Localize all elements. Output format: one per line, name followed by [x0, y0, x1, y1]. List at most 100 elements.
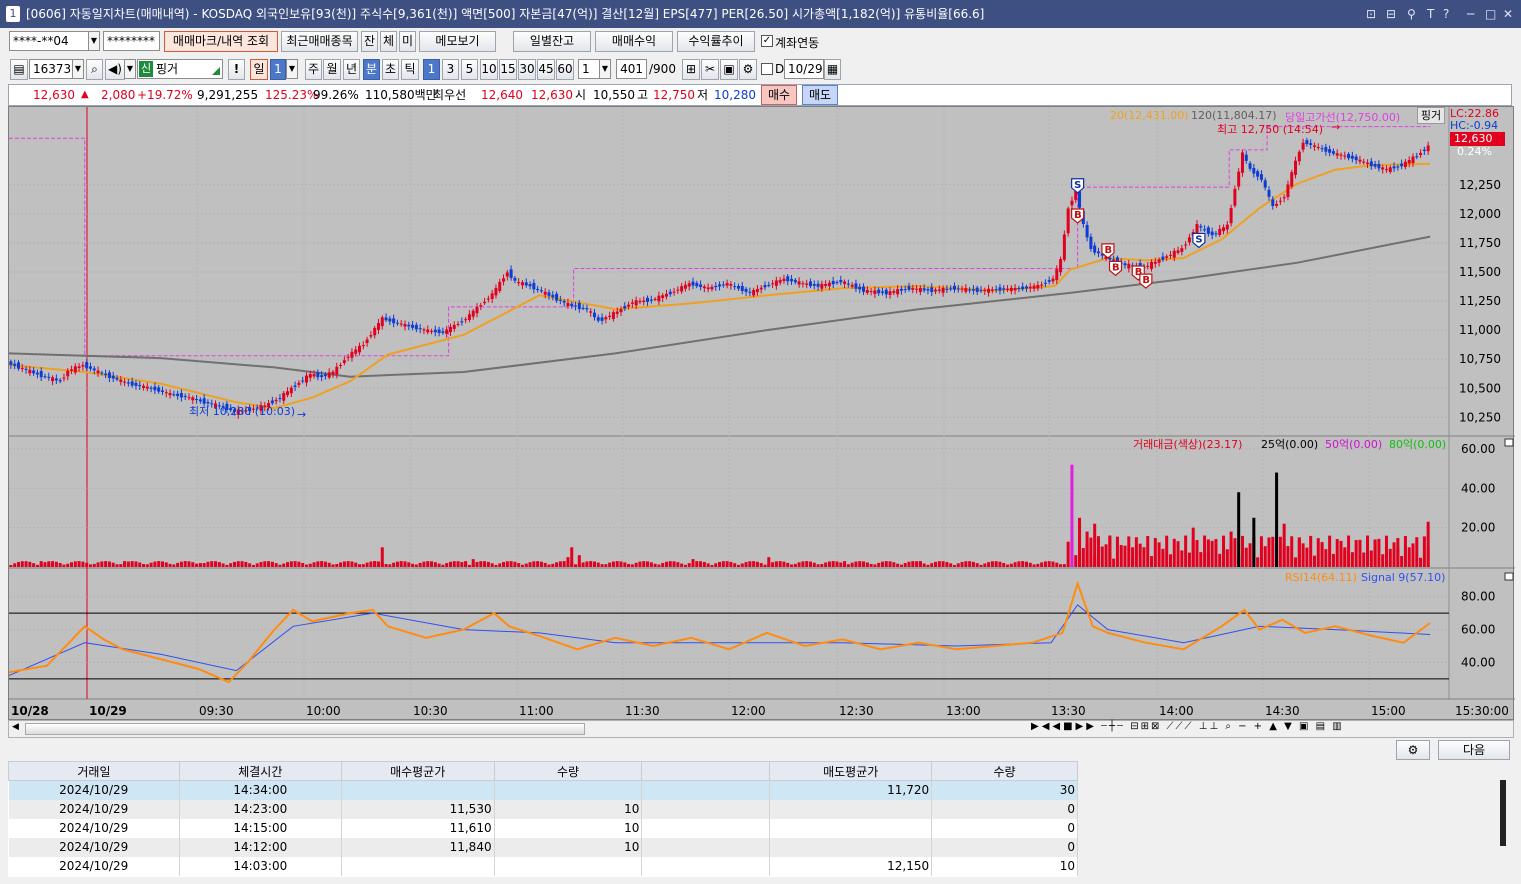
period-tick-button[interactable]: 틱 [401, 59, 419, 80]
candle-body [327, 372, 331, 378]
playback-controls-icon[interactable]: ▶◀◀■▶▶ [1031, 721, 1097, 732]
volume-bar [32, 563, 36, 567]
interval-1-button[interactable]: 1 [423, 59, 440, 80]
table-row[interactable]: 2024/10/29 14:03:00 12,150 10 [8, 856, 1078, 876]
scroll-thumb[interactable] [25, 723, 585, 735]
interval-15-button[interactable]: 15 [499, 59, 517, 80]
period-day-button[interactable]: 일 [250, 59, 268, 80]
interval-3-button[interactable]: 3 [442, 59, 459, 80]
stock-code-field[interactable]: 163730 [29, 59, 73, 79]
memo-view-button[interactable]: 메모보기 [419, 31, 496, 52]
table-row[interactable]: 2024/10/29 14:23:00 11,530 10 0 [8, 799, 1078, 819]
interval-5-button[interactable]: 5 [461, 59, 478, 80]
volume-bar [1146, 535, 1150, 567]
sell-button[interactable]: 매도 [802, 85, 838, 105]
screen-icon[interactable]: ▤ [10, 59, 28, 80]
candle-body [388, 318, 392, 322]
unfilled-button[interactable]: 미 [399, 31, 416, 52]
volume-bar [930, 563, 934, 567]
volume-bar [1244, 547, 1248, 567]
font-icon[interactable]: T [1427, 0, 1434, 28]
period-week-button[interactable]: 주 [305, 59, 322, 80]
date-checkbox[interactable] [761, 63, 773, 75]
indicator-icon[interactable]: ⊞ [682, 59, 700, 80]
account-link-checkbox[interactable]: ✓ [761, 35, 773, 47]
volume-bar [323, 561, 327, 567]
interval-30-button[interactable]: 30 [518, 59, 536, 80]
bar-count-field[interactable]: 401 [616, 59, 647, 79]
time-tick-label: 14:00 [1159, 704, 1194, 718]
alert-button[interactable]: ! [228, 59, 245, 80]
interval-count-field[interactable]: 1 [578, 59, 600, 79]
period-second-button[interactable]: 초 [382, 59, 399, 80]
window-title-bar: 1 [0606] 자동일지차트(매매내역) - KOSDAQ 외국인보유[93(… [0, 0, 1521, 28]
buy-button[interactable]: 매수 [761, 85, 797, 105]
chart-scrollbar[interactable]: ◀ ▶◀◀■▶▶ ┄┼┄ ⊟⊞⊠ ⟋⟋⟋ ⊥⊥ ⌕ − + ▲ ▼ ▣ ▤ ▥ [8, 720, 1514, 738]
candle-body [744, 288, 748, 292]
settings-icon[interactable]: ⚙ [739, 59, 757, 80]
table-cell: 10 [494, 837, 643, 857]
speaker-dropdown-icon[interactable]: ▼ [124, 59, 136, 79]
interval-45-button[interactable]: 45 [537, 59, 555, 80]
trade-mark-query-button[interactable]: 매매마크/내역 조회 [164, 31, 278, 52]
volume-bar [1233, 538, 1237, 567]
low-arrow-icon: → [297, 408, 306, 421]
day-count-button[interactable]: 1 [270, 59, 286, 80]
day-count-dropdown-icon[interactable]: ▼ [286, 59, 298, 79]
table-cell [341, 856, 495, 876]
period-month-button[interactable]: 월 [323, 59, 341, 80]
minimize-icon[interactable]: ─ [1467, 0, 1474, 28]
volume-bar [915, 561, 919, 567]
interval-count-dropdown-icon[interactable]: ▼ [599, 59, 611, 79]
candle-body [191, 397, 195, 401]
zoom-tools-icon[interactable]: ┄┼┄ ⊟⊞⊠ ⟋⟋⟋ ⊥⊥ ⌕ − + ▲ ▼ ▣ ▤ ▥ [1101, 721, 1344, 732]
speaker-icon[interactable]: ◀) [105, 59, 125, 80]
period-year-button[interactable]: 년 [343, 59, 360, 80]
code-dropdown-icon[interactable]: ▼ [72, 59, 84, 79]
pin-icon[interactable]: ⚲ [1407, 0, 1416, 28]
tile-icon[interactable]: ⊟ [1386, 0, 1396, 28]
stock-name-box[interactable]: 신 핑거 [137, 59, 223, 79]
candle-body [1199, 226, 1203, 228]
candle-body [1240, 152, 1244, 173]
close-icon[interactable]: ✕ [1503, 0, 1513, 28]
period-minute-button[interactable]: 분 [363, 59, 380, 80]
candle-body [873, 290, 877, 295]
executed-button[interactable]: 체 [380, 31, 397, 52]
account-field[interactable]: ****-**04 [9, 31, 89, 51]
table-row[interactable]: 2024/10/29 14:34:00 11,720 30 [8, 780, 1078, 800]
daily-balance-button[interactable]: 일별잔고 [513, 31, 591, 52]
table-row[interactable]: 2024/10/29 14:15:00 11,610 10 0 [8, 818, 1078, 838]
return-trend-button[interactable]: 수익률추이 [677, 31, 755, 52]
volume-bar [142, 564, 146, 567]
password-field[interactable]: ******** [103, 31, 160, 51]
restore-icon[interactable]: ⊡ [1366, 0, 1376, 28]
recent-trades-button[interactable]: 최근매매종목 [281, 31, 358, 52]
draw-tool-icon[interactable]: ✂ [701, 59, 719, 80]
volume-bar [1203, 535, 1207, 567]
signal-legend: Signal 9(57.10) [1361, 571, 1446, 584]
table-scrollbar[interactable] [1500, 780, 1506, 846]
next-button[interactable]: 다음 [1438, 740, 1510, 760]
volume-bar [111, 562, 115, 567]
help-icon[interactable]: ? [1443, 0, 1449, 28]
volume-bar [263, 561, 267, 567]
account-dropdown-icon[interactable]: ▼ [88, 31, 100, 51]
candle-body [1294, 160, 1298, 175]
volume-spike-bar [1343, 547, 1347, 567]
volume-bar [494, 564, 498, 567]
save-icon[interactable]: ▣ [720, 59, 738, 80]
date-field[interactable]: 10/29 [784, 59, 824, 79]
trade-profit-button[interactable]: 매매수익 [595, 31, 673, 52]
table-settings-icon[interactable]: ⚙ [1396, 740, 1430, 760]
interval-60-button[interactable]: 60 [556, 59, 574, 80]
table-row[interactable]: 2024/10/29 14:12:00 11,840 10 0 [8, 837, 1078, 857]
search-icon[interactable]: ⌕ [86, 59, 103, 80]
calendar-icon[interactable]: ▦ [824, 59, 841, 80]
balance-button[interactable]: 잔 [361, 31, 378, 52]
scroll-left-arrow[interactable]: ◀ [12, 722, 19, 732]
maximize-icon[interactable]: □ [1485, 0, 1496, 28]
volume-bar [490, 563, 494, 567]
chart-area[interactable]: 10/28 10/29 09:30 10:00 10:30 11:00 11:30 12:00… [8, 106, 1515, 720]
interval-10-button[interactable]: 10 [480, 59, 498, 80]
